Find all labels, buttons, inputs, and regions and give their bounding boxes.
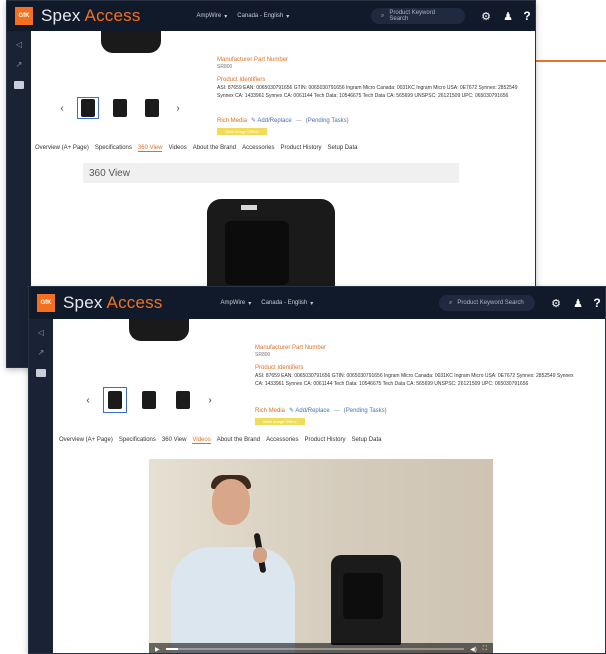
tab-accessories[interactable]: Accessories [242, 145, 274, 152]
tab-videos[interactable]: Videos [192, 437, 211, 444]
tab-specifications[interactable]: Specifications [95, 145, 132, 152]
tab-product-history[interactable]: Product History [280, 145, 321, 152]
play-icon[interactable]: ▶ [155, 646, 160, 653]
fullscreen-icon[interactable]: ⛶ [483, 646, 487, 653]
thumbnail-3[interactable] [171, 387, 195, 413]
gear-icon[interactable]: ⚙ [475, 10, 497, 23]
mpn-value: SR800 [217, 64, 233, 70]
tab-accessories[interactable]: Accessories [266, 437, 298, 444]
chevron-down-icon: ▾ [224, 13, 228, 20]
speaker-in-video [331, 555, 401, 645]
speaker-360-image[interactable] [207, 199, 335, 297]
rich-media-row: Rich Media ✎ Add/Replace — (Pending Task… [255, 407, 387, 415]
tab-about-brand[interactable]: About the Brand [217, 437, 260, 444]
mpn-value: SR800 [255, 352, 271, 358]
chevron-down-icon: ▾ [248, 300, 252, 307]
gfk-logo: GfK [37, 294, 55, 312]
tab-videos[interactable]: Videos [168, 145, 186, 152]
tab-setup-data[interactable]: Setup Data [351, 437, 381, 444]
chevron-left-icon[interactable]: ‹ [57, 103, 67, 114]
search-input[interactable]: ⌕ Product Keyword Search [439, 295, 535, 311]
brand-title: Spex Access [41, 6, 141, 25]
mpn-label: Manufacturer Part Number [217, 57, 289, 63]
chevron-down-icon: ▾ [310, 300, 314, 307]
presenter [171, 547, 295, 653]
identifiers-label: Product Identifiers [217, 77, 266, 83]
video-player[interactable]: ▶ ◀) ⛶ [149, 459, 493, 653]
tab-360-view[interactable]: 360 View [137, 145, 163, 152]
tab-360-view[interactable]: 360 View [162, 437, 187, 444]
thumbnail-1[interactable] [77, 97, 99, 119]
catalog-icon[interactable] [14, 81, 24, 89]
main-content: Manufacturer Part Number SR800 Product I… [53, 319, 605, 653]
video-controls: ▶ ◀) ⛶ [149, 643, 493, 653]
thumbnail-2[interactable] [137, 387, 161, 413]
megaphone-icon[interactable]: ◁ [36, 329, 46, 337]
tab-about-brand[interactable]: About the Brand [193, 145, 236, 152]
window-videos: GfK Spex Access AmpWire ▾ Canada - Englis… [28, 286, 606, 654]
collage: GfK Spex Access AmpWire ▾ Canada - Englis… [0, 0, 606, 654]
tab-overview[interactable]: Overview (A+ Page) [59, 437, 113, 444]
search-input[interactable]: ⌕ Product Keyword Search [371, 8, 465, 24]
pending-tasks-link[interactable]: (Pending Tasks) [306, 118, 349, 124]
identifiers-label: Product Identifiers [255, 365, 304, 371]
add-replace-link[interactable]: ✎ Add/Replace [251, 117, 292, 124]
rich-media-row: Rich Media ✎ Add/Replace — (Pending Task… [217, 117, 349, 125]
mpn-label: Manufacturer Part Number [255, 345, 327, 351]
top-bar: GfK Spex Access AmpWire ▾ Canada - Englis… [7, 1, 535, 31]
left-rail: ◁ ↗ [29, 319, 53, 653]
video-progress-bar[interactable] [165, 648, 465, 650]
megaphone-icon[interactable]: ◁ [14, 41, 24, 49]
identifiers-text: ASI: 87659 EAN: 0065030791656 GTIN: 0065… [255, 373, 574, 387]
user-icon[interactable]: ♟ [497, 10, 519, 23]
thumbnail-strip: ‹ › [83, 387, 215, 413]
top-bar: GfK Spex Access AmpWire ▾ Canada - Englis… [29, 287, 605, 319]
thumbnail-1[interactable] [103, 387, 127, 413]
chevron-left-icon[interactable]: ‹ [83, 395, 93, 406]
search-icon: ⌕ [449, 299, 453, 306]
main-image-button[interactable]: Main Image Offline [255, 418, 305, 425]
chevron-right-icon[interactable]: › [173, 103, 183, 114]
search-icon: ⌕ [381, 12, 385, 19]
help-icon[interactable]: ? [519, 9, 535, 23]
catalog-icon[interactable] [36, 369, 46, 377]
product-image-partial [101, 31, 161, 53]
thumbnail-strip: ‹ › [57, 97, 183, 119]
user-icon[interactable]: ♟ [567, 297, 589, 310]
chevron-down-icon: ▾ [286, 13, 290, 20]
volume-icon[interactable]: ◀) [470, 646, 477, 653]
help-icon[interactable]: ? [589, 296, 605, 310]
locale-selector[interactable]: Canada - English ▾ [237, 13, 289, 20]
chevron-right-icon[interactable]: › [205, 395, 215, 406]
locale-selector[interactable]: Canada - English ▾ [261, 300, 313, 307]
tab-bar: Overview (A+ Page) Specifications 360 Vi… [59, 437, 381, 444]
gfk-logo: GfK [15, 7, 33, 25]
gear-icon[interactable]: ⚙ [545, 297, 567, 310]
rich-media-label: Rich Media [255, 407, 286, 414]
thumbnail-3[interactable] [141, 97, 163, 119]
account-selector[interactable]: AmpWire ▾ [221, 300, 252, 307]
main-image-button[interactable]: Main Image Offline [217, 128, 267, 135]
tab-overview[interactable]: Overview (A+ Page) [35, 145, 89, 152]
share-icon[interactable]: ↗ [36, 349, 46, 357]
thumbnail-2[interactable] [109, 97, 131, 119]
brand-title: Spex Access [63, 293, 163, 312]
tab-bar: Overview (A+ Page) Specifications 360 Vi… [35, 145, 357, 152]
tab-setup-data[interactable]: Setup Data [327, 145, 357, 152]
share-icon[interactable]: ↗ [14, 61, 24, 69]
tab-product-history[interactable]: Product History [304, 437, 345, 444]
account-selector[interactable]: AmpWire ▾ [197, 13, 228, 20]
identifiers-text: ASI: 87659 EAN: 0065030791656 GTIN: 0065… [217, 85, 518, 99]
pending-tasks-link[interactable]: (Pending Tasks) [344, 408, 387, 414]
product-image-partial [129, 319, 189, 341]
tab-specifications[interactable]: Specifications [119, 437, 156, 444]
panel-title: 360 View [83, 163, 459, 183]
rich-media-label: Rich Media [217, 117, 248, 124]
add-replace-link[interactable]: ✎ Add/Replace [289, 407, 330, 414]
